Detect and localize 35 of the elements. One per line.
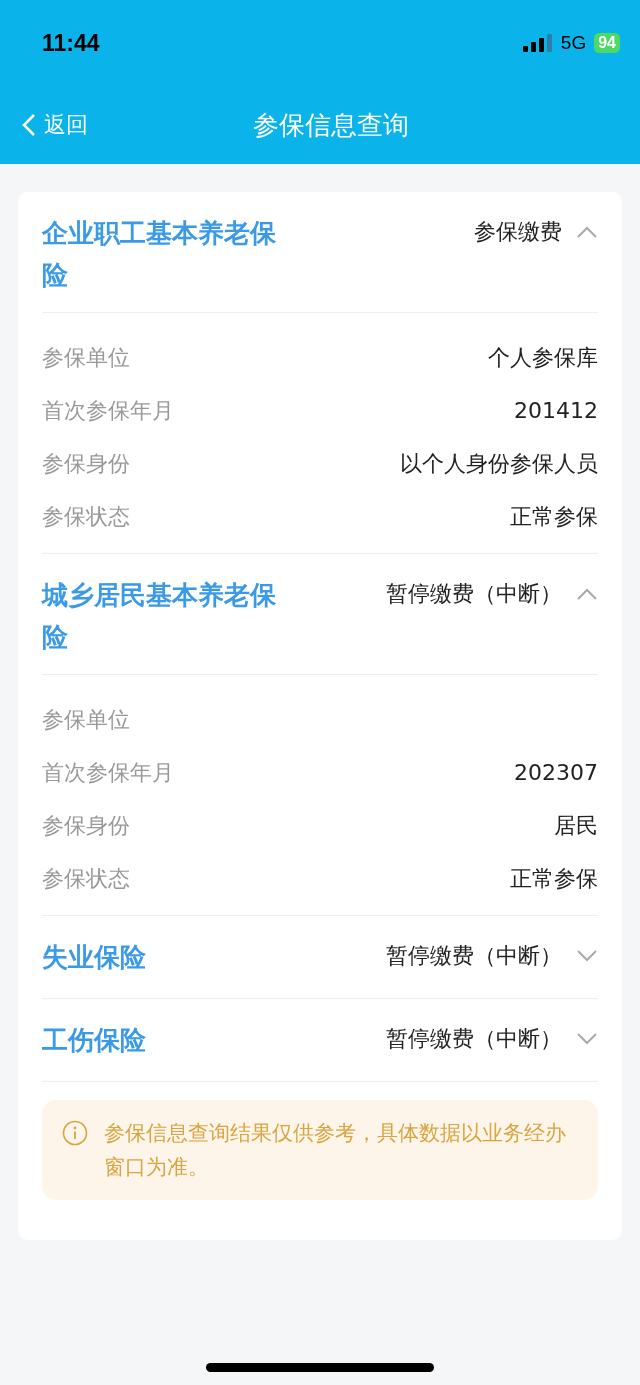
- chevron-down-icon: [576, 949, 598, 963]
- info-icon: [62, 1120, 88, 1146]
- signal-icon: [522, 34, 553, 52]
- notice-text: 参保信息查询结果仅供参考，具体数据以业务经办窗口为准。: [104, 1120, 567, 1181]
- chevron-up-icon: [576, 225, 598, 239]
- page-title: 参保信息查询: [253, 108, 409, 142]
- field-value: 居民: [554, 811, 598, 840]
- section-title: 失业保险: [42, 941, 147, 974]
- field-label: 参保状态: [42, 864, 130, 893]
- section-toggle[interactable]: 暂停缴费（中断）: [386, 1023, 598, 1055]
- section-toggle[interactable]: 暂停缴费（中断）: [386, 940, 598, 972]
- field-value: 以个人身份参保人员: [400, 449, 598, 478]
- battery-level: 94: [594, 33, 620, 53]
- field-label: 参保身份: [42, 449, 130, 478]
- field-label: 参保单位: [42, 343, 130, 372]
- section-toggle[interactable]: 暂停缴费（中断）: [386, 578, 598, 610]
- section-title: 城乡居民基本养老保险: [42, 579, 277, 654]
- back-icon: [22, 113, 36, 137]
- field-value: 正常参保: [510, 502, 598, 531]
- field-label: 参保状态: [42, 502, 130, 531]
- chevron-up-icon: [576, 587, 598, 601]
- field-value: 正常参保: [510, 864, 598, 893]
- field-value: 202307: [514, 760, 598, 785]
- network-label: 5G: [560, 32, 587, 54]
- chevron-down-icon: [576, 1032, 598, 1046]
- status-time: 11:44: [42, 29, 100, 57]
- section-title: 企业职工基本养老保险: [42, 217, 277, 292]
- field-label: 参保单位: [42, 705, 130, 734]
- section-title: 工伤保险: [42, 1024, 147, 1057]
- field-label: 参保身份: [42, 811, 130, 840]
- field-label: 首次参保年月: [42, 758, 174, 787]
- section-toggle[interactable]: 参保缴费: [474, 216, 598, 248]
- field-label: 首次参保年月: [42, 396, 174, 425]
- field-value: 201412: [514, 398, 598, 423]
- field-value: 个人参保库: [488, 343, 598, 372]
